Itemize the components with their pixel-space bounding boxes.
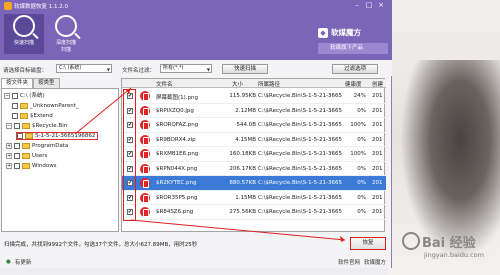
arrow-line [74,87,132,135]
arrow-head [340,236,345,242]
annotation-arrows [74,87,346,242]
arrow-line [130,219,346,241]
arrow-head [126,88,131,94]
